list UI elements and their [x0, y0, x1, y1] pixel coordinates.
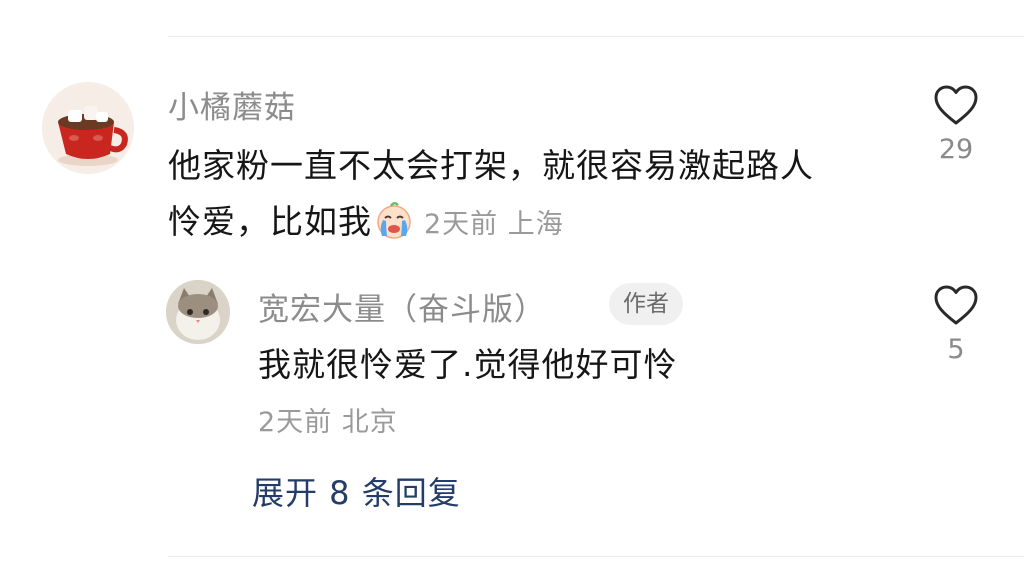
comment-text-line-2-body: 怜爱，比如我 — [168, 202, 372, 241]
comment-text-line-2: 怜爱，比如我 2天前 上海 — [168, 194, 898, 253]
reply-avatar[interactable] — [166, 280, 230, 344]
cocoa-cup-avatar-image — [42, 82, 134, 174]
bottom-divider — [168, 556, 1024, 557]
top-divider — [168, 36, 1024, 37]
reply-username[interactable]: 宽宏大量（奋斗版） — [258, 284, 546, 329]
expand-replies-link[interactable]: 展开 8 条回复 — [252, 468, 461, 514]
reply-like-count: 5 — [947, 334, 965, 365]
avatar[interactable] — [42, 82, 134, 174]
comment-text[interactable]: 他家粉一直不太会打架，就很容易激起路人 怜爱，比如我 2天前 上海 — [168, 138, 898, 253]
reply-text[interactable]: 我就很怜爱了.觉得他好可怜 — [258, 337, 678, 393]
comment-text-line-1: 他家粉一直不太会打架，就很容易激起路人 — [168, 146, 814, 185]
comment-meta: 2天前 上海 — [424, 209, 564, 240]
heart-icon — [934, 85, 978, 125]
reply-meta: 2天前 北京 — [258, 407, 398, 438]
comment-like-count: 29 — [938, 134, 974, 165]
comment-like-button[interactable]: 29 — [916, 84, 996, 165]
comment-username[interactable]: 小橘蘑菇 — [168, 82, 296, 127]
reply-like-button[interactable]: 5 — [916, 284, 996, 365]
crying-face-emoji — [374, 200, 414, 240]
cat-avatar-image — [166, 280, 230, 344]
author-badge: 作者 — [609, 283, 683, 325]
heart-icon — [934, 285, 978, 325]
